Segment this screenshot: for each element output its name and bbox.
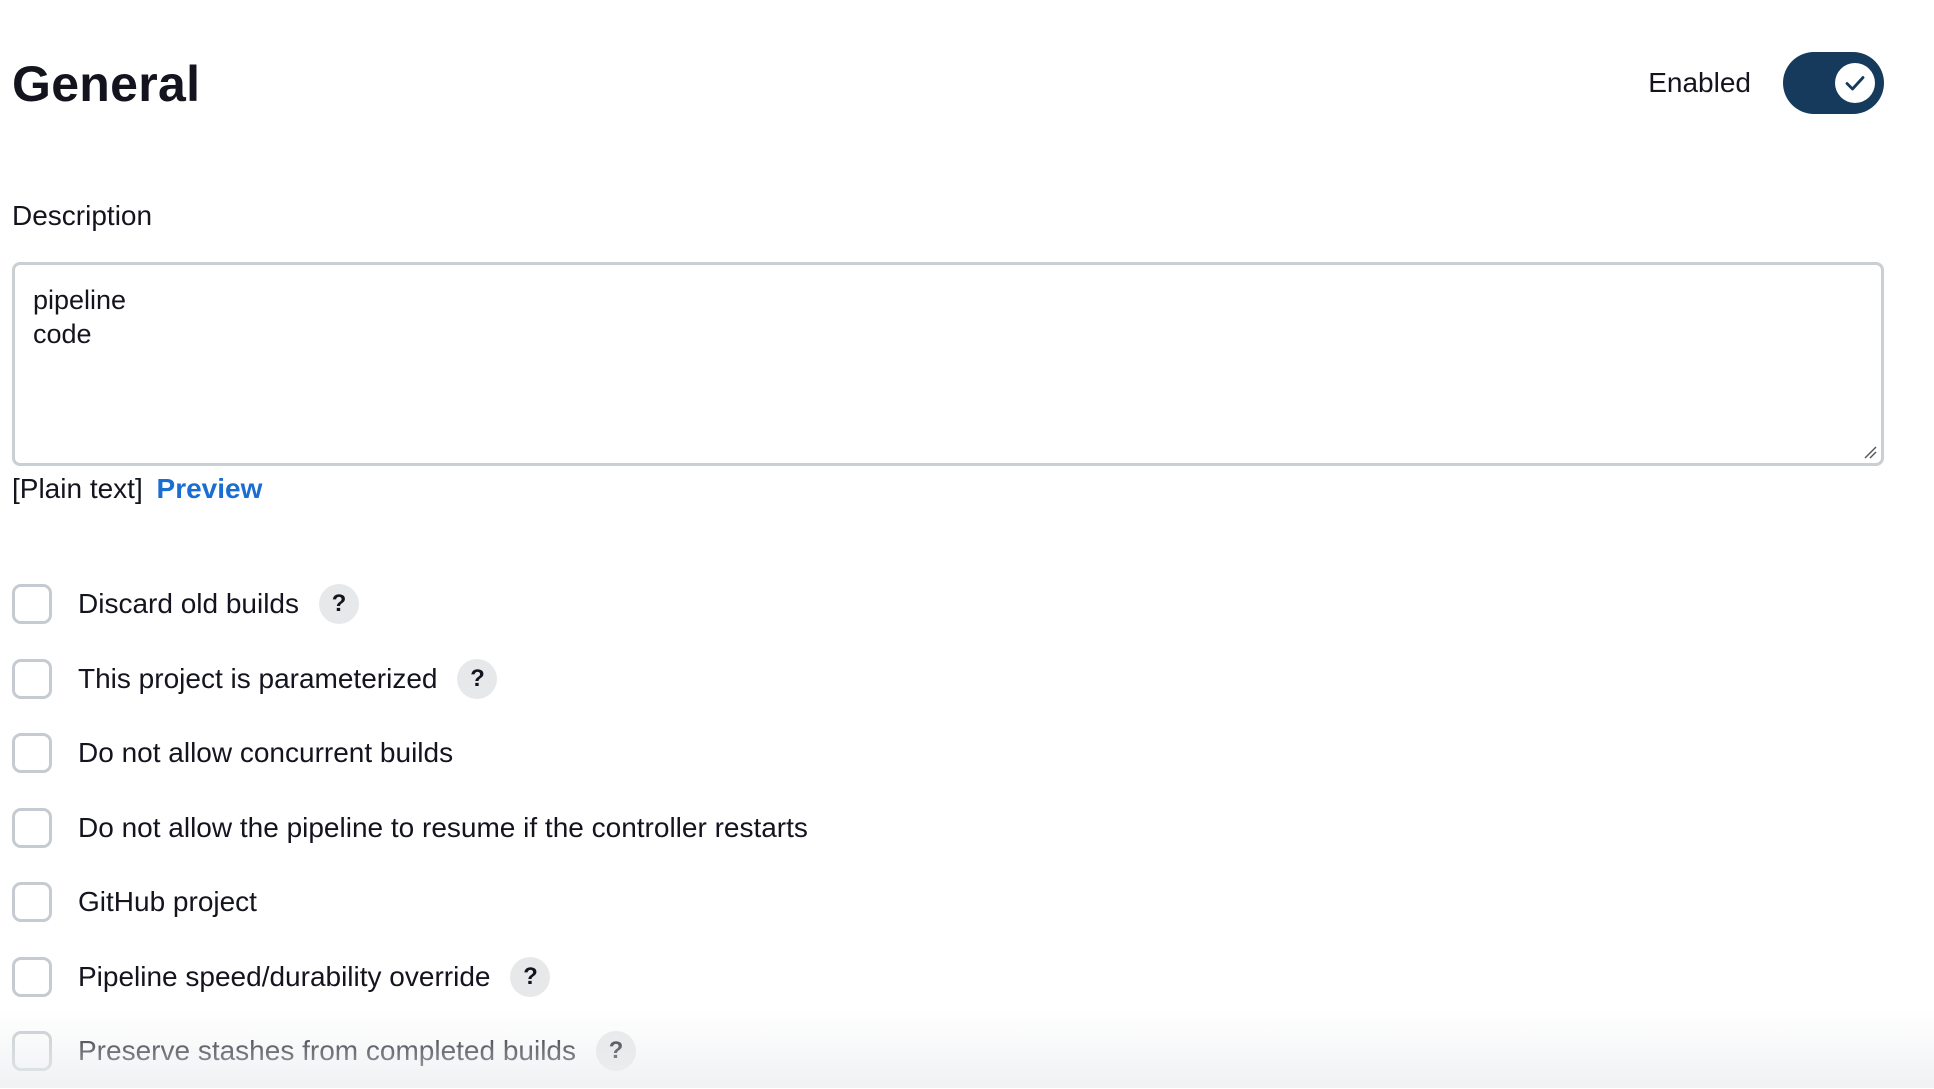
option-no-resume[interactable]: Do not allow the pipeline to resume if t… bbox=[12, 791, 1884, 866]
description-label: Description bbox=[12, 200, 153, 231]
text-format-row: [Plain text] Preview bbox=[12, 470, 262, 508]
help-icon[interactable]: ? bbox=[510, 956, 551, 997]
checkbox[interactable] bbox=[12, 1031, 52, 1072]
resize-grip-icon[interactable] bbox=[1863, 445, 1877, 459]
check-icon bbox=[1845, 76, 1865, 91]
option-parameterized[interactable]: This project is parameterized ? bbox=[12, 642, 1884, 717]
description-value[interactable]: pipeline code bbox=[33, 283, 1863, 351]
enabled-toggle-group: Enabled bbox=[1648, 52, 1884, 114]
checkbox[interactable] bbox=[12, 956, 52, 997]
help-icon[interactable]: ? bbox=[596, 1031, 636, 1072]
option-durability-override[interactable]: Pipeline speed/durability override ? bbox=[12, 940, 1884, 1015]
checkbox[interactable] bbox=[12, 733, 52, 774]
enabled-toggle[interactable] bbox=[1783, 52, 1884, 114]
option-preserve-stashes[interactable]: Preserve stashes from completed builds ? bbox=[12, 1014, 1884, 1089]
option-label[interactable]: GitHub project bbox=[78, 886, 257, 918]
help-icon[interactable]: ? bbox=[457, 658, 498, 699]
section-header: General Enabled bbox=[12, 48, 1884, 118]
option-label[interactable]: Do not allow the pipeline to resume if t… bbox=[78, 812, 808, 844]
toggle-knob bbox=[1835, 63, 1875, 103]
enabled-label: Enabled bbox=[1648, 67, 1751, 98]
option-label[interactable]: Do not allow concurrent builds bbox=[78, 737, 453, 769]
option-github-project[interactable]: GitHub project bbox=[12, 865, 1884, 940]
help-icon[interactable]: ? bbox=[319, 584, 359, 625]
checkbox[interactable] bbox=[12, 584, 52, 625]
option-no-concurrent-builds[interactable]: Do not allow concurrent builds bbox=[12, 716, 1884, 791]
checkbox[interactable] bbox=[12, 658, 52, 699]
option-label[interactable]: Discard old builds bbox=[78, 588, 299, 620]
format-label: [Plain text] bbox=[12, 473, 143, 504]
option-label[interactable]: Pipeline speed/durability override bbox=[78, 961, 490, 993]
description-textarea[interactable]: pipeline code bbox=[12, 262, 1884, 466]
checkbox[interactable] bbox=[12, 882, 52, 923]
option-label[interactable]: Preserve stashes from completed builds bbox=[78, 1035, 576, 1067]
preview-link[interactable]: Preview bbox=[157, 473, 263, 504]
option-label[interactable]: This project is parameterized bbox=[78, 663, 437, 695]
option-discard-old-builds[interactable]: Discard old builds ? bbox=[12, 567, 1884, 642]
options-list: Discard old builds ? This project is par… bbox=[12, 567, 1884, 1089]
checkbox[interactable] bbox=[12, 807, 52, 848]
section-title: General bbox=[12, 56, 201, 112]
